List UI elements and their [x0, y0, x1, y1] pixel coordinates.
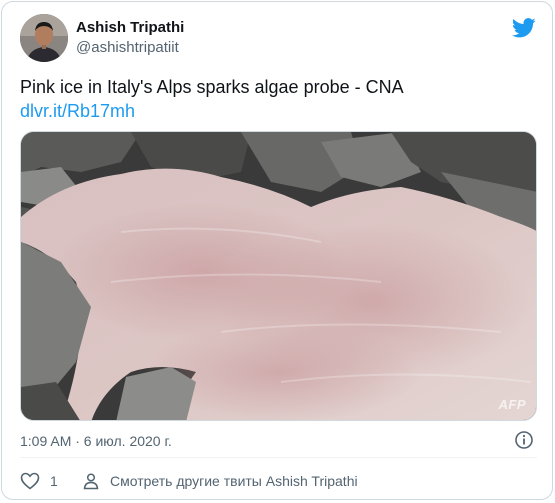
tweet-text: Pink ice in Italy's Alps sparks algae pr… — [20, 77, 404, 97]
more-tweets-link[interactable]: Смотреть другие твиты Ashish Tripathi — [82, 470, 358, 492]
author-display-name[interactable]: Ashish Tripathi — [76, 18, 184, 38]
info-icon[interactable] — [514, 430, 534, 450]
tweet-timestamp[interactable]: 1:09 AM · 6 июл. 2020 г. — [20, 432, 172, 450]
tweet-card: Ashish Tripathi @ashishtripatiit Pink ic… — [1, 1, 553, 500]
author-info: Ashish Tripathi @ashishtripatiit — [76, 18, 184, 58]
like-button[interactable]: 1 — [20, 470, 58, 492]
like-count: 1 — [50, 473, 58, 489]
more-tweets-label: Смотреть другие твиты Ashish Tripathi — [110, 473, 358, 489]
tweet-link[interactable]: dlvr.it/Rb17mh — [20, 99, 135, 123]
divider — [20, 457, 537, 458]
person-icon — [83, 473, 99, 490]
tweet-media-image[interactable]: AFP — [20, 131, 537, 421]
avatar[interactable] — [20, 14, 68, 62]
tweet-header: Ashish Tripathi @ashishtripatiit — [20, 14, 540, 62]
twitter-bird-icon[interactable] — [512, 18, 536, 38]
heart-icon — [20, 472, 40, 490]
tweet-actions: 1 Смотреть другие твиты Ashish Tripathi — [20, 470, 540, 492]
afp-watermark: AFP — [498, 397, 526, 412]
author-handle[interactable]: @ashishtripatiit — [76, 38, 184, 58]
